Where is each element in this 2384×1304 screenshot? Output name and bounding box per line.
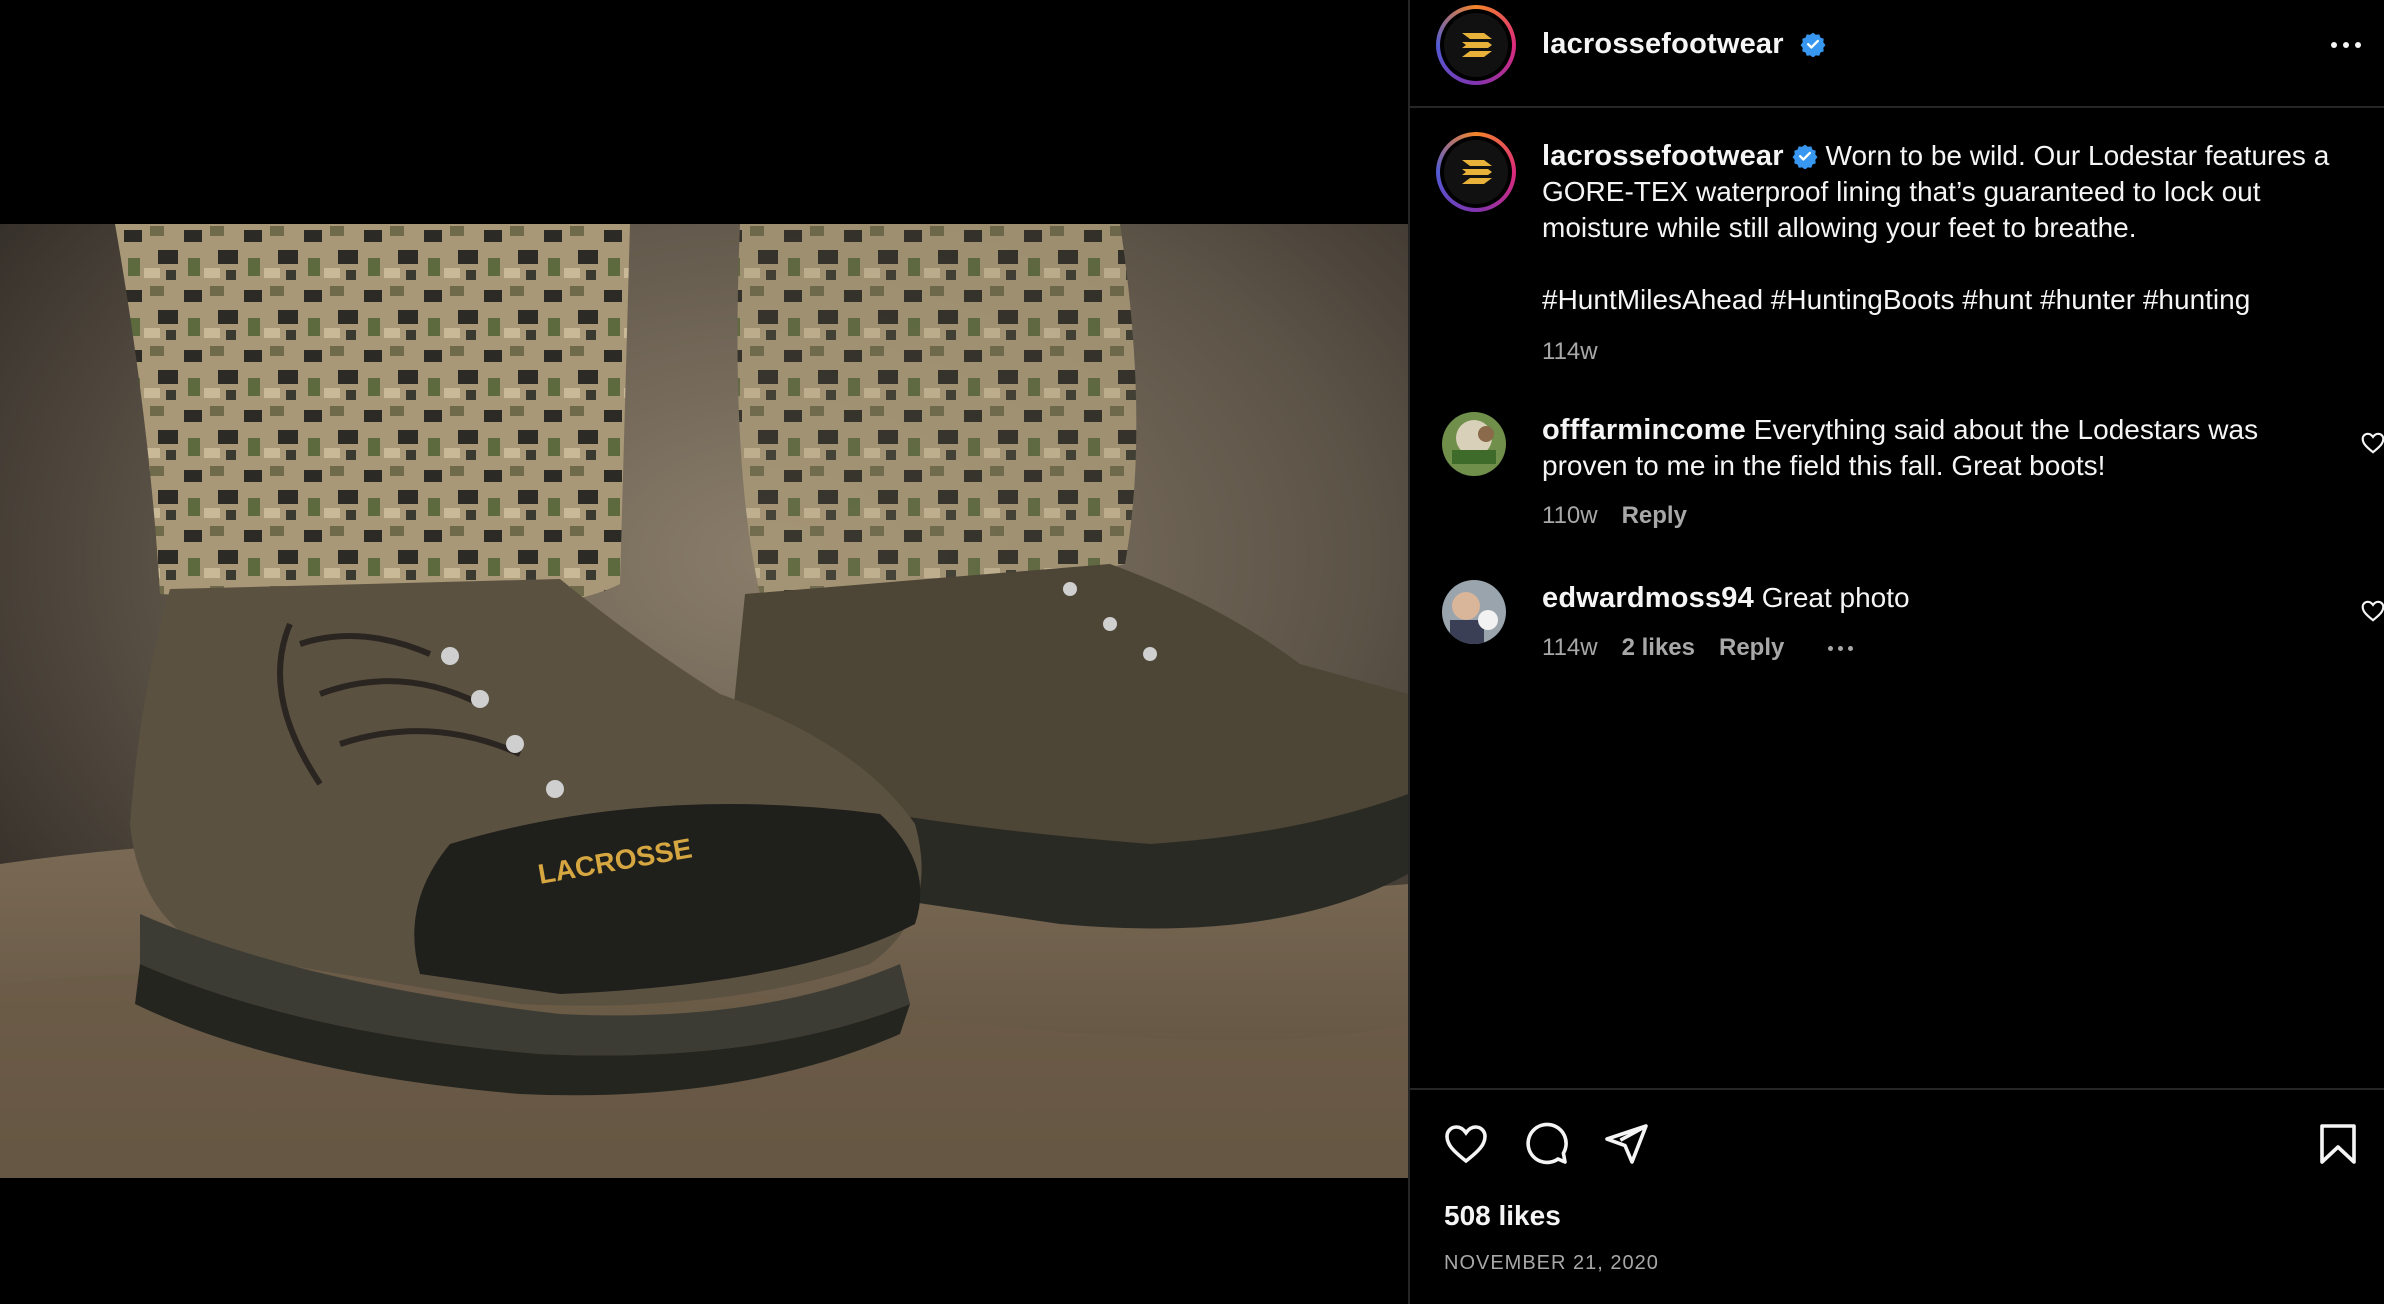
heart-icon[interactable] (1442, 1120, 1490, 1168)
comment-avatar[interactable] (1442, 580, 1506, 644)
comment-username[interactable]: edwardmoss94 (1542, 582, 1754, 614)
comment-avatar[interactable] (1442, 412, 1506, 476)
header-username[interactable]: lacrossefootwear (1542, 28, 1826, 61)
post-side-panel: lacrossefootwear lacrossefootwear Worn t… (1408, 0, 2384, 1304)
post-media: LACROSSE (0, 0, 1408, 1304)
comment-meta: 110w Reply (1542, 498, 2302, 534)
caption-timestamp[interactable]: 114w (1542, 334, 2372, 370)
boot-photo: LACROSSE (0, 224, 1408, 1178)
verified-icon (1792, 144, 1818, 169)
heart-icon[interactable] (2360, 598, 2384, 624)
comment-more-button[interactable] (1828, 645, 1854, 651)
comment-text: Great photo (1761, 582, 1910, 613)
post-date[interactable]: NOVEMBER 21, 2020 (1444, 1252, 1659, 1275)
author-avatar[interactable] (1436, 5, 1516, 85)
bookmark-icon[interactable] (2314, 1120, 2362, 1168)
comment-body: offfarmincome Everything said about the … (1542, 412, 2302, 534)
more-options-button[interactable] (2320, 32, 2372, 58)
verified-icon (1800, 32, 1826, 57)
comment-time[interactable]: 114w (1542, 630, 1598, 666)
comment-icon[interactable] (1522, 1120, 1570, 1168)
caption-author-avatar[interactable] (1436, 132, 1516, 212)
header-username-text[interactable]: lacrossefootwear (1542, 28, 1784, 60)
share-icon[interactable] (1602, 1120, 1650, 1168)
instagram-post-view: LACROSSE lacrossefootwear lacrossefootwe… (0, 0, 2384, 1304)
comment-username[interactable]: offfarmincome (1542, 414, 1746, 446)
post-photo[interactable]: LACROSSE (0, 224, 1408, 1178)
post-header: lacrossefootwear (1410, 0, 2384, 108)
comment-time[interactable]: 110w (1542, 498, 1598, 534)
post-caption: lacrossefootwear Worn to be wild. Our Lo… (1542, 138, 2372, 370)
lacrosse-logo-icon (1462, 160, 1492, 184)
comment-likes[interactable]: 2 likes (1622, 630, 1695, 666)
more-icon (2331, 42, 2337, 48)
offfarmincome-avatar-image (1442, 412, 1506, 476)
likes-count[interactable]: 508 likes (1444, 1200, 1561, 1232)
edwardmoss94-avatar-image (1442, 580, 1506, 644)
reply-button[interactable]: Reply (1622, 498, 1687, 534)
post-actions: 508 likes NOVEMBER 21, 2020 (1410, 1088, 2384, 1304)
more-icon (1828, 645, 1834, 651)
lacrosse-logo-icon (1462, 33, 1492, 57)
caption-username[interactable]: lacrossefootwear (1542, 140, 1784, 172)
heart-icon[interactable] (2360, 430, 2384, 456)
comment-meta: 114w 2 likes Reply (1542, 630, 2302, 666)
caption-hashtags[interactable]: #HuntMilesAhead #HuntingBoots #hunt #hun… (1542, 282, 2372, 318)
reply-button[interactable]: Reply (1719, 630, 1784, 666)
comment-body: edwardmoss94 Great photo 114w 2 likes Re… (1542, 580, 2302, 666)
